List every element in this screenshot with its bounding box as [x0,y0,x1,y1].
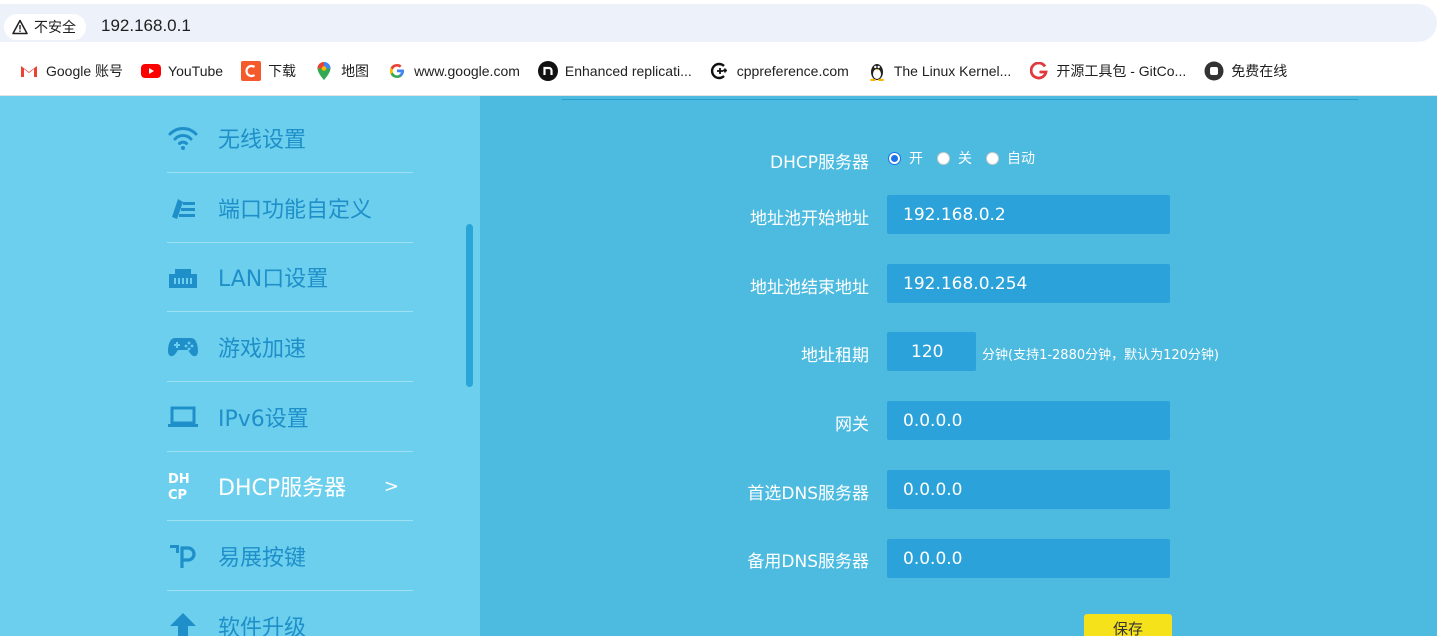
secondary-dns-input[interactable]: 0.0.0.0 [887,539,1170,578]
radio-off-control[interactable] [937,151,950,165]
bookmark-maps[interactable]: 地图 [314,61,369,81]
radio-off[interactable]: 关 [937,148,972,168]
gitcode-icon [1029,61,1049,81]
sidebar-item-label: 无线设置 [218,128,307,153]
bookmark-youtube[interactable]: YouTube [141,61,223,81]
bookmark-download[interactable]: 下载 [241,60,297,81]
sidebar-item-lan[interactable]: LAN口设置 [167,243,413,312]
bookmark-google[interactable]: www.google.com [387,61,520,81]
bookmark-label: Google 账号 [46,62,124,79]
url-text[interactable]: 192.168.0.1 [101,16,191,36]
radio-label: 自动 [1007,151,1035,167]
port-custom-icon [167,192,199,224]
svg-text:CP: CP [168,488,187,502]
pool-start-label: 地址池开始地址 [750,209,869,229]
sidebar-item-ipv6[interactable]: IPv6设置 [167,383,413,452]
gmail-icon [19,61,39,81]
bookmark-label: www.google.com [414,62,520,79]
bookmark-linux-kernel[interactable]: The Linux Kernel... [867,61,1012,81]
google-g-icon [387,61,407,81]
primary-dns-label: 首选DNS服务器 [747,484,869,504]
upgrade-arrow-icon [167,610,199,636]
dhcp-mode-radio-group: 开 关 自动 [888,148,1049,168]
lan-port-icon [167,261,199,293]
bookmark-cppreference[interactable]: cppreference.com [710,61,849,81]
pool-end-input[interactable]: 192.168.0.254 [887,264,1170,303]
bookmark-gitcode[interactable]: 开源工具包 - GitCo... [1029,61,1186,81]
sidebar-item-label: 易展按键 [218,546,307,571]
pool-start-input[interactable]: 192.168.0.2 [887,195,1170,234]
secondary-dns-label: 备用DNS服务器 [747,552,869,572]
youtube-icon [141,61,162,81]
bookmark-label: YouTube [168,62,224,79]
sidebar-item-easy-extend[interactable]: 易展按键 [167,522,413,591]
bookmark-label: 免费在线 [1231,62,1288,79]
security-chip[interactable]: 不安全 [4,14,86,40]
dhcp-settings-panel: DHCP服务器 开 关 自动 地址池开始地址 192.168.0.2 地址池结束… [480,96,1437,636]
radio-label: 关 [958,151,972,167]
bookmark-google-account[interactable]: Google 账号 [19,61,123,81]
gateway-label: 网关 [835,415,869,435]
easymesh-icon [167,540,199,572]
cpp-icon [710,61,730,81]
sidebar: 无线设置 端口功能自定义 LAN口设置 游戏加速 IPv6设置 DH CP DHC… [0,96,480,636]
wifi-icon [167,122,199,154]
sidebar-item-label: 软件升级 [218,616,307,636]
gamepad-icon [167,331,199,363]
chevron-right-icon: > [383,475,399,497]
pool-end-label: 地址池结束地址 [750,278,869,298]
radio-on-control[interactable] [888,151,901,165]
sidebar-scrollbar[interactable] [466,224,473,387]
sidebar-item-label: LAN口设置 [218,267,329,292]
bookmark-label: The Linux Kernel... [893,62,1012,79]
dhcp-server-label: DHCP服务器 [770,153,869,173]
bookmark-label: 地图 [341,62,370,79]
sidebar-item-wireless[interactable]: 无线设置 [167,104,413,173]
sidebar-item-dhcp[interactable]: DH CP DHCP服务器 > [167,452,413,521]
dark-circle-icon [1204,61,1224,81]
bookmark-label: cppreference.com [736,62,849,79]
sidebar-item-label: 端口功能自定义 [218,198,373,223]
bookmark-free-online[interactable]: 免费在线 [1204,61,1287,81]
svg-text:DH: DH [168,472,190,487]
laptop-icon [167,401,199,433]
radio-auto-control[interactable] [986,151,999,165]
dhcp-icon: DH CP [167,470,199,502]
sidebar-item-game-boost[interactable]: 游戏加速 [167,313,413,382]
maps-pin-icon [314,61,334,81]
sidebar-item-label: IPv6设置 [218,407,309,432]
sidebar-item-label: 游戏加速 [218,337,307,362]
bookmark-label: 开源工具包 - GitCo... [1056,62,1187,79]
save-button[interactable]: 保存 [1084,614,1172,636]
bookmarks-bar: Google 账号 YouTube 下载 地图 www.google.com E… [0,46,1437,96]
primary-dns-input[interactable]: 0.0.0.0 [887,470,1170,509]
radio-auto[interactable]: 自动 [986,148,1035,168]
section-divider [562,99,1358,100]
n-circle-icon [537,60,558,81]
warning-icon [12,19,28,35]
lease-time-input[interactable]: 120 [887,332,976,371]
radio-on[interactable]: 开 [888,148,923,168]
gateway-input[interactable]: 0.0.0.0 [887,401,1170,440]
tux-icon [867,61,887,81]
address-bar: 不安全 192.168.0.1 [0,0,1437,46]
security-label: 不安全 [34,20,76,36]
radio-label: 开 [909,151,923,167]
bookmark-label: Enhanced replicati... [564,62,692,79]
lease-time-hint: 分钟(支持1-2880分钟，默认为120分钟) [982,348,1220,363]
sidebar-item-upgrade[interactable]: 软件升级 [167,592,413,636]
sidebar-item-port-custom[interactable]: 端口功能自定义 [167,174,413,243]
bookmark-label: 下载 [268,62,297,79]
sidebar-item-label: DHCP服务器 [218,476,347,501]
bookmark-enhanced-replication[interactable]: Enhanced replicati... [537,60,692,81]
lease-time-label: 地址租期 [801,346,869,366]
download-c-icon [241,60,262,81]
omnibox[interactable]: 不安全 192.168.0.1 [0,4,1437,42]
